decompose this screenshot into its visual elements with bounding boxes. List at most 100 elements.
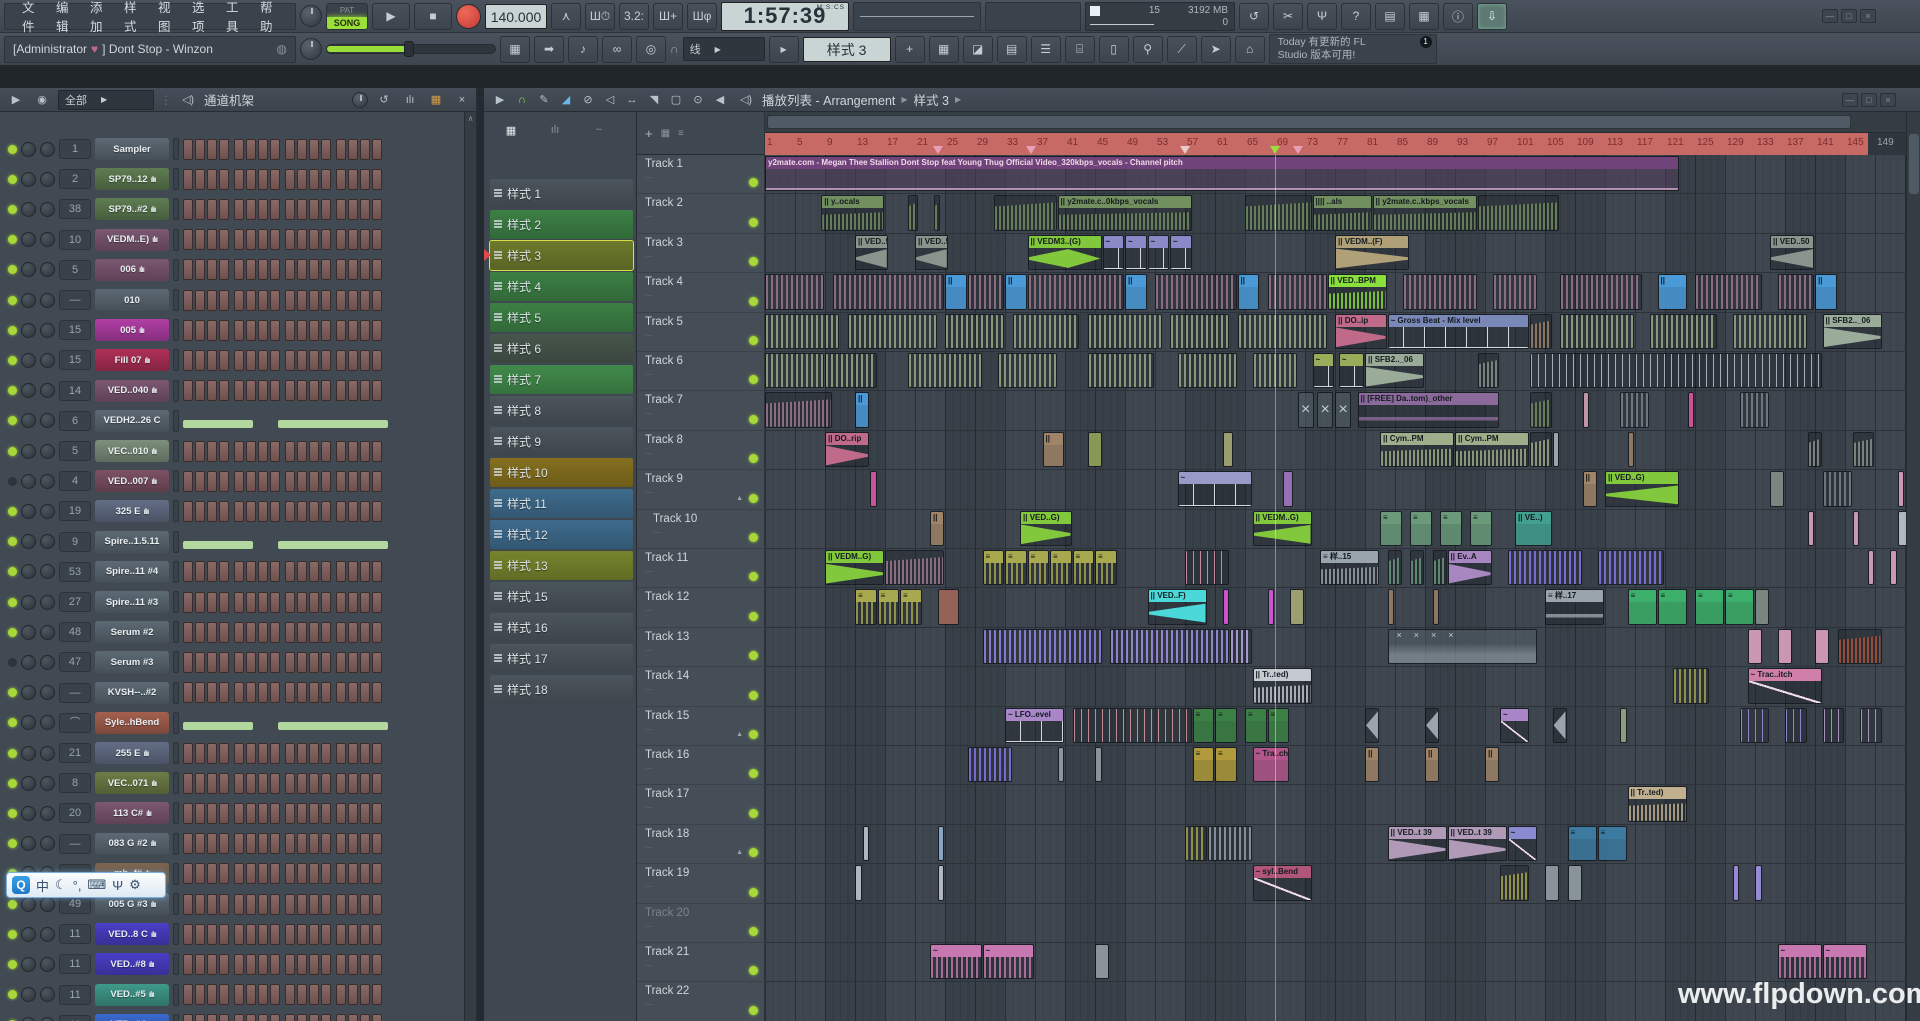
- clip[interactable]: [1290, 589, 1304, 624]
- step-cell[interactable]: [258, 441, 268, 462]
- clip[interactable]: [1553, 708, 1567, 743]
- channel-target-number[interactable]: 19: [59, 501, 91, 521]
- track-options[interactable]: ...: [645, 249, 759, 259]
- track-lane[interactable]: || VED..t 39|| VED..t 39~ ≡ ≡: [765, 825, 1906, 864]
- step-cell[interactable]: [285, 290, 295, 311]
- note-icon[interactable]: ♪: [568, 36, 598, 63]
- channel-button[interactable]: VED..#8ılıı: [95, 953, 169, 975]
- volume-knob[interactable]: [40, 655, 55, 670]
- track-header[interactable]: Track 10...: [637, 510, 765, 549]
- track-header[interactable]: Track 2...: [637, 194, 765, 233]
- track-led[interactable]: [749, 336, 758, 345]
- step-cell[interactable]: [219, 924, 229, 945]
- clip[interactable]: ~: [1500, 708, 1529, 743]
- clip[interactable]: ||: [855, 392, 869, 427]
- clip[interactable]: [1530, 392, 1552, 427]
- step-cell[interactable]: [372, 169, 382, 190]
- step-cell[interactable]: [309, 743, 319, 764]
- step-sequencer[interactable]: [183, 863, 382, 884]
- clip[interactable]: ≡: [1005, 550, 1027, 585]
- track-lane[interactable]: ~ LFO..evel≡ ≡ ≡ ≡ ~: [765, 707, 1906, 746]
- track-lane[interactable]: || VED..50|| VED..50|| VEDM3..(G)~ ~ ~ ~…: [765, 234, 1906, 273]
- step-cell[interactable]: [183, 561, 193, 582]
- step-cell[interactable]: [270, 924, 280, 945]
- clip[interactable]: [1620, 708, 1627, 743]
- rack-swing-knob[interactable]: [352, 92, 368, 108]
- clip[interactable]: [1425, 708, 1439, 743]
- channel-target-number[interactable]: 11: [59, 924, 91, 944]
- channel-target-number[interactable]: ⌒: [59, 713, 91, 733]
- channel-button[interactable]: VEC..071ılıı: [95, 772, 169, 794]
- clip[interactable]: || VED..t 39: [1388, 826, 1447, 861]
- clip[interactable]: [1583, 392, 1590, 427]
- channel-target-number[interactable]: 48: [59, 622, 91, 642]
- step-cell[interactable]: [246, 441, 256, 462]
- channel-target-number[interactable]: 47: [59, 652, 91, 672]
- clip[interactable]: [1748, 629, 1762, 664]
- channel-target-number[interactable]: 8: [59, 773, 91, 793]
- clip[interactable]: [1545, 865, 1559, 900]
- channel-rack-titlebar[interactable]: ▶ ◉ 全部▶ ⋮ ◁) 通道机架 ↺ılı▦×: [0, 88, 478, 112]
- ime-shape-mode-icon[interactable]: ☾: [55, 877, 67, 893]
- step-cell[interactable]: [285, 833, 295, 854]
- clip[interactable]: [1868, 550, 1875, 585]
- clip[interactable]: ≡: [878, 589, 900, 624]
- clip[interactable]: [1500, 865, 1529, 900]
- step-cell[interactable]: [270, 773, 280, 794]
- step-cell[interactable]: [297, 320, 307, 341]
- step-cell[interactable]: [360, 863, 370, 884]
- step-cell[interactable]: [183, 863, 193, 884]
- clip[interactable]: ≡: [1440, 511, 1462, 546]
- channel-led[interactable]: [8, 688, 17, 697]
- step-cell[interactable]: [360, 350, 370, 371]
- step-cell[interactable]: [285, 139, 295, 160]
- step-cell[interactable]: [336, 682, 346, 703]
- step-cell[interactable]: [297, 682, 307, 703]
- channel-button[interactable]: 325 Eılıı: [95, 500, 169, 522]
- step-cell[interactable]: [321, 652, 331, 673]
- step-cell[interactable]: [246, 924, 256, 945]
- track-led[interactable]: [749, 257, 758, 266]
- channel-led[interactable]: [8, 235, 17, 244]
- step-cell[interactable]: [270, 863, 280, 884]
- track-lane[interactable]: ~ ~ ~ ~: [765, 943, 1906, 982]
- step-cell[interactable]: [258, 259, 268, 280]
- pattern-item[interactable]: 样式 16: [490, 613, 633, 642]
- pattern-item[interactable]: 样式 2: [490, 210, 633, 239]
- pan-knob[interactable]: [21, 927, 36, 942]
- clip[interactable]: [1560, 274, 1642, 309]
- clip[interactable]: ~: [1823, 944, 1867, 979]
- step-cell[interactable]: [360, 441, 370, 462]
- step-cell[interactable]: [309, 682, 319, 703]
- rack-scrollbar[interactable]: ∧: [464, 112, 476, 1021]
- step-cell[interactable]: [372, 622, 382, 643]
- pan-knob[interactable]: [21, 625, 36, 640]
- step-cell[interactable]: [183, 773, 193, 794]
- step-cell[interactable]: [195, 229, 205, 250]
- horizontal-scrollbar[interactable]: [765, 112, 1906, 133]
- step-cell[interactable]: [183, 924, 193, 945]
- clip[interactable]: [938, 826, 945, 861]
- track-led[interactable]: [749, 691, 758, 700]
- step-sequencer[interactable]: [183, 894, 382, 915]
- step-cell[interactable]: [321, 773, 331, 794]
- ime-punct-icon[interactable]: °,: [73, 878, 82, 893]
- clip[interactable]: y2mate.com - Megan Thee Stallion Dont St…: [765, 156, 1679, 191]
- clip[interactable]: [998, 353, 1057, 388]
- pattern-item[interactable]: 样式 1: [490, 179, 633, 208]
- step-cell[interactable]: [270, 803, 280, 824]
- step-cell[interactable]: [183, 592, 193, 613]
- step-cell[interactable]: [297, 954, 307, 975]
- track-lane[interactable]: || Tr..ted): [765, 785, 1906, 824]
- step-cell[interactable]: [258, 561, 268, 582]
- step-cell[interactable]: [207, 924, 217, 945]
- step-cell[interactable]: [297, 199, 307, 220]
- clip[interactable]: [765, 353, 824, 388]
- mic-icon[interactable]: Ψ: [1307, 3, 1337, 30]
- pattern-item[interactable]: 样式 3: [490, 241, 633, 270]
- step-cell[interactable]: [285, 169, 295, 190]
- step-cell[interactable]: [207, 169, 217, 190]
- volume-knob[interactable]: [40, 625, 55, 640]
- step-sequencer[interactable]: [183, 320, 382, 341]
- step-cell[interactable]: [348, 803, 358, 824]
